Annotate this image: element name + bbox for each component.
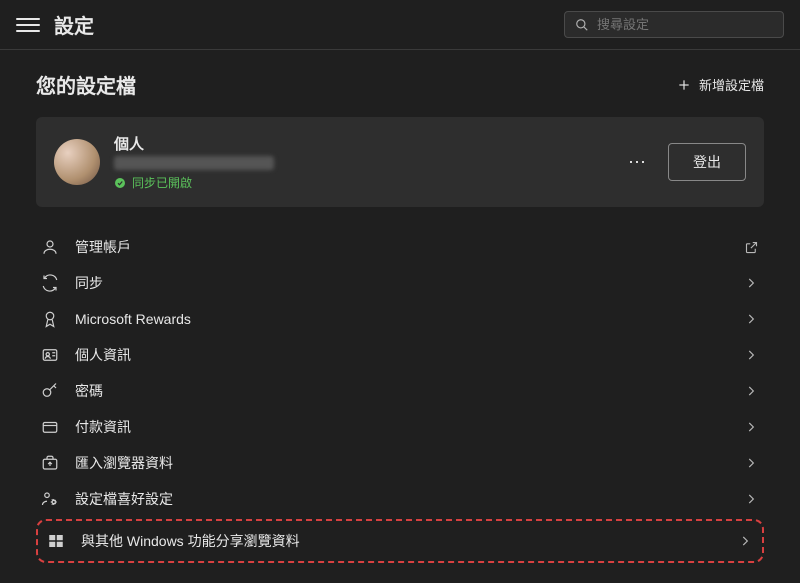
menu-item-label: 付款資訊 (75, 417, 727, 437)
menu-item-profile-prefs[interactable]: 設定檔喜好設定 (36, 481, 764, 517)
menu-item-label: 設定檔喜好設定 (75, 489, 727, 509)
menu-item-import[interactable]: 匯入瀏覽器資料 (36, 445, 764, 481)
manage-account-icon (40, 237, 60, 257)
sync-icon (40, 273, 60, 293)
chevron-right-icon (742, 382, 760, 400)
menu-item-sync[interactable]: 同步 (36, 265, 764, 301)
add-profile-label: 新增設定檔 (699, 75, 764, 94)
menu-item-label: 匯入瀏覽器資料 (75, 453, 727, 473)
menu-item-label: 個人資訊 (75, 345, 727, 365)
menu-item-personal-info[interactable]: 個人資訊 (36, 337, 764, 373)
search-box[interactable] (564, 11, 784, 38)
signout-button[interactable]: 登出 (668, 143, 746, 181)
menu-item-passwords[interactable]: 密碼 (36, 373, 764, 409)
menu-item-share-windows[interactable]: 與其他 Windows 功能分享瀏覽資料 (42, 523, 758, 559)
menu-item-label: Microsoft Rewards (75, 311, 727, 327)
chevron-right-icon (736, 532, 754, 550)
page-title: 設定 (54, 10, 564, 39)
profiles-heading: 您的設定檔 (36, 70, 677, 99)
menu-item-label: 管理帳戶 (75, 237, 727, 257)
menu-item-payment[interactable]: 付款資訊 (36, 409, 764, 445)
menu-button[interactable] (16, 13, 40, 37)
checkmark-icon (114, 177, 126, 189)
import-icon (40, 453, 60, 473)
plus-icon (677, 78, 691, 92)
chevron-right-icon (742, 274, 760, 292)
external-link-icon (742, 238, 760, 256)
profile-card: 個人 同步已開啟 ⋯ 登出 (36, 117, 764, 207)
chevron-right-icon (742, 454, 760, 472)
search-input[interactable] (597, 17, 773, 32)
chevron-right-icon (742, 418, 760, 436)
menu-item-label: 同步 (75, 273, 727, 293)
profile-name: 個人 (114, 133, 622, 154)
chevron-right-icon (742, 490, 760, 508)
menu-item-rewards[interactable]: Microsoft Rewards (36, 301, 764, 337)
profile-email-redacted (114, 156, 274, 170)
personal-info-icon (40, 345, 60, 365)
search-icon (575, 18, 589, 32)
menu-item-label: 密碼 (75, 381, 727, 401)
share-windows-icon (46, 531, 66, 551)
menu-item-label: 與其他 Windows 功能分享瀏覽資料 (81, 531, 721, 551)
passwords-icon (40, 381, 60, 401)
menu-item-manage-account[interactable]: 管理帳戶 (36, 229, 764, 265)
chevron-right-icon (742, 346, 760, 364)
add-profile-button[interactable]: 新增設定檔 (677, 75, 764, 94)
profile-prefs-icon (40, 489, 60, 509)
more-options-button[interactable]: ⋯ (622, 146, 654, 178)
highlight-annotation: 與其他 Windows 功能分享瀏覽資料 (36, 519, 764, 563)
chevron-right-icon (742, 310, 760, 328)
payment-icon (40, 417, 60, 437)
avatar (54, 139, 100, 185)
sync-status: 同步已開啟 (114, 174, 622, 191)
rewards-icon (40, 309, 60, 329)
